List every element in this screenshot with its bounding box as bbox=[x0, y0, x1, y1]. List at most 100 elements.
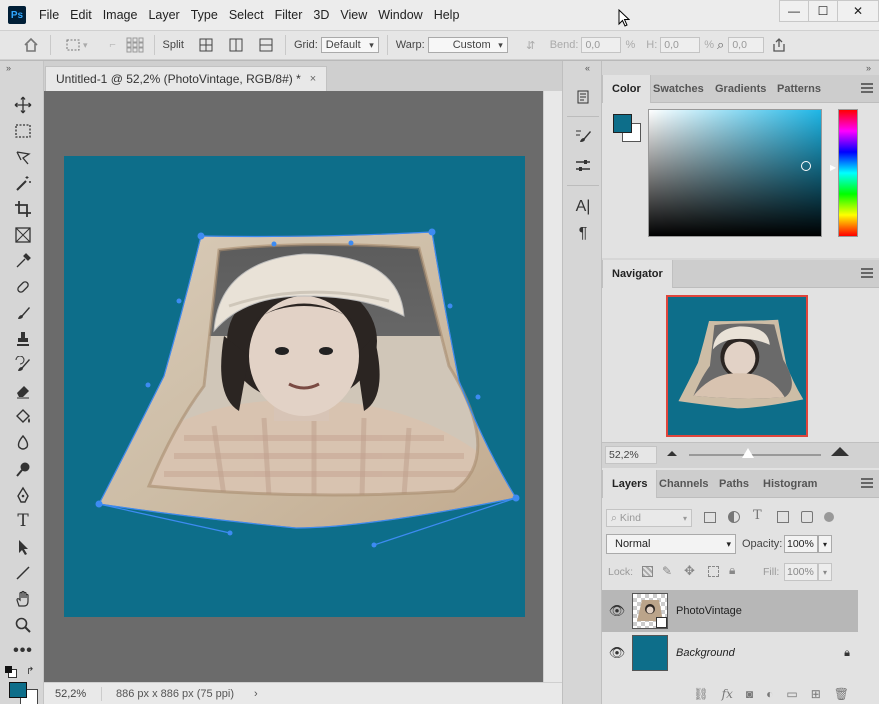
filter-type-icon[interactable]: T bbox=[753, 508, 762, 523]
fx-icon[interactable]: fx bbox=[722, 687, 733, 701]
close-tab-icon[interactable]: × bbox=[310, 73, 316, 85]
menu-type[interactable]: Type bbox=[191, 8, 218, 22]
zoom-tool-icon[interactable] bbox=[10, 613, 36, 637]
filter-shape-icon[interactable] bbox=[777, 511, 789, 523]
zoom-slider-track[interactable] bbox=[689, 454, 821, 456]
menu-help[interactable]: Help bbox=[434, 8, 460, 22]
clone-stamp-tool-icon[interactable] bbox=[10, 327, 36, 351]
fill-dropdown-icon[interactable]: ▾ bbox=[818, 563, 832, 581]
menu-layer[interactable]: Layer bbox=[148, 8, 179, 22]
lock-image-icon[interactable]: ✎ bbox=[662, 564, 672, 578]
filter-pixel-icon[interactable] bbox=[704, 512, 716, 523]
menu-image[interactable]: Image bbox=[103, 8, 138, 22]
delete-layer-icon[interactable]: 🗑︎ bbox=[834, 687, 849, 701]
tab-swatches[interactable]: Swatches bbox=[644, 75, 713, 103]
h-field[interactable]: 0,0 bbox=[660, 37, 701, 53]
filter-toggle-icon[interactable] bbox=[824, 512, 834, 522]
split-horizontal-icon[interactable] bbox=[255, 35, 277, 55]
new-group-icon[interactable]: ▭ bbox=[786, 687, 797, 701]
brush-tool-icon[interactable] bbox=[10, 301, 36, 325]
crop-tool-icon[interactable] bbox=[10, 197, 36, 221]
filter-adjustment-icon[interactable] bbox=[728, 511, 740, 523]
split-vertical-icon[interactable] bbox=[225, 35, 247, 55]
foreground-color-swatch[interactable] bbox=[9, 682, 27, 698]
menu-edit[interactable]: Edit bbox=[70, 8, 92, 22]
marquee-tool-icon[interactable] bbox=[10, 119, 36, 143]
warped-photo-layer[interactable] bbox=[64, 156, 525, 617]
adjustments-panel-icon[interactable] bbox=[572, 155, 594, 177]
blend-mode-dropdown[interactable]: Normal ▾ bbox=[606, 534, 736, 554]
frame-tool-icon[interactable] bbox=[10, 223, 36, 247]
eye-icon[interactable]: 👁︎ bbox=[602, 603, 632, 619]
add-mask-icon[interactable]: ◙ bbox=[746, 687, 753, 701]
transform-mode-icon[interactable] bbox=[63, 35, 85, 55]
filter-smart-object-icon[interactable] bbox=[801, 511, 813, 523]
type-tool-icon[interactable]: T bbox=[10, 509, 36, 533]
eye-icon[interactable]: 👁︎ bbox=[602, 645, 632, 661]
warp-handle[interactable] bbox=[176, 298, 182, 304]
color-field[interactable] bbox=[648, 109, 822, 237]
tab-paths[interactable]: Paths bbox=[710, 470, 758, 498]
warp-handle[interactable] bbox=[227, 530, 233, 536]
character-panel-icon[interactable]: A| bbox=[572, 196, 594, 218]
v-field[interactable]: 0,0 bbox=[728, 37, 765, 53]
minimize-button[interactable]: — bbox=[779, 0, 809, 22]
zoom-level[interactable]: 52,2% bbox=[55, 688, 97, 700]
bend-field[interactable]: 0,0 bbox=[581, 37, 622, 53]
warp-handle[interactable] bbox=[475, 394, 481, 400]
panel-menu-icon[interactable] bbox=[861, 83, 873, 93]
move-tool-icon[interactable] bbox=[10, 93, 36, 117]
menu-filter[interactable]: Filter bbox=[275, 8, 303, 22]
menu-select[interactable]: Select bbox=[229, 8, 264, 22]
navigator-preview[interactable] bbox=[666, 295, 808, 437]
layer-name[interactable]: Background bbox=[676, 647, 735, 659]
close-window-button[interactable]: ✕ bbox=[837, 0, 879, 22]
tab-channels[interactable]: Channels bbox=[650, 470, 718, 498]
tab-navigator[interactable]: Navigator bbox=[602, 260, 673, 288]
tab-patterns[interactable]: Patterns bbox=[768, 75, 830, 103]
lock-transparent-icon[interactable] bbox=[642, 566, 653, 577]
layer-filter-dropdown[interactable]: ⌕ Kind ▾ bbox=[606, 509, 692, 527]
status-menu-arrow-icon[interactable]: › bbox=[254, 688, 258, 700]
navigator-zoom-field[interactable]: 52,2% bbox=[605, 446, 657, 464]
warp-handle[interactable] bbox=[197, 232, 205, 240]
search-icon[interactable]: ⌕ bbox=[717, 37, 724, 53]
dodge-tool-icon[interactable] bbox=[10, 457, 36, 481]
blur-tool-icon[interactable] bbox=[10, 431, 36, 455]
history-panel-icon[interactable] bbox=[572, 86, 594, 108]
warp-handle[interactable] bbox=[428, 228, 436, 236]
hand-tool-icon[interactable] bbox=[10, 587, 36, 611]
layer-row-photovintage[interactable]: 👁︎ PhotoVintage bbox=[602, 590, 858, 632]
split-cross-icon[interactable] bbox=[195, 35, 217, 55]
eyedropper-tool-icon[interactable] bbox=[10, 249, 36, 273]
collapse-arrows-icon[interactable]: « bbox=[585, 63, 590, 73]
lock-all-icon[interactable]: 🔒︎ bbox=[729, 563, 735, 578]
new-layer-icon[interactable]: ⊞ bbox=[811, 687, 821, 701]
healing-brush-tool-icon[interactable] bbox=[10, 275, 36, 299]
warp-dropdown[interactable]: Custom ▾ bbox=[427, 37, 508, 53]
menu-file[interactable]: File bbox=[39, 8, 59, 22]
share-icon[interactable] bbox=[768, 35, 790, 55]
warp-handle[interactable] bbox=[512, 494, 520, 502]
warp-handle[interactable] bbox=[95, 500, 103, 508]
vertical-scrollbar[interactable] bbox=[543, 91, 562, 682]
chevron-down-icon[interactable]: ▾ bbox=[83, 40, 88, 51]
lock-position-icon[interactable]: ✥ bbox=[684, 563, 695, 579]
brushes-panel-icon[interactable] bbox=[572, 125, 594, 147]
magic-wand-tool-icon[interactable] bbox=[10, 171, 36, 195]
warp-handle[interactable] bbox=[271, 241, 277, 247]
pen-tool-icon[interactable] bbox=[10, 483, 36, 507]
zoom-in-icon[interactable] bbox=[831, 447, 849, 456]
tab-histogram[interactable]: Histogram bbox=[754, 470, 826, 498]
panel-menu-icon[interactable] bbox=[861, 478, 873, 488]
path-selection-tool-icon[interactable] bbox=[10, 535, 36, 559]
grid-select-icon[interactable] bbox=[124, 35, 146, 55]
menu-window[interactable]: Window bbox=[378, 8, 422, 22]
zoom-slider-thumb[interactable] bbox=[742, 448, 754, 458]
lock-artboard-icon[interactable] bbox=[708, 566, 719, 577]
collapse-arrows-icon[interactable]: » bbox=[6, 63, 11, 73]
home-icon[interactable] bbox=[20, 35, 42, 55]
fill-field[interactable]: 100% bbox=[784, 563, 818, 581]
layer-name[interactable]: PhotoVintage bbox=[676, 605, 742, 617]
collapse-arrows-icon[interactable]: » bbox=[866, 63, 871, 73]
